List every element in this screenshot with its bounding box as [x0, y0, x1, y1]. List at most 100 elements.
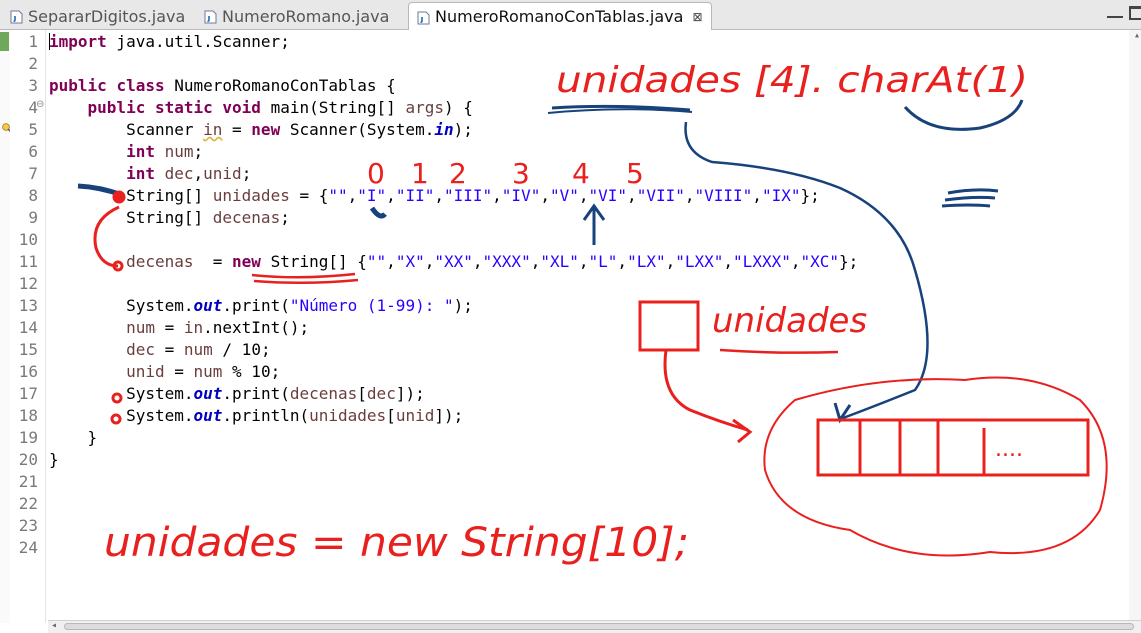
- tab-separar-digitos[interactable]: SepararDigitos.java: [2, 3, 193, 29]
- code-line[interactable]: System.out.println(unidades[unid]);: [49, 405, 463, 427]
- line-number: 18: [18, 406, 38, 425]
- line-number: 8: [28, 186, 38, 205]
- code-text: ]);: [434, 406, 464, 425]
- code-line[interactable]: dec = num / 10;: [49, 339, 271, 361]
- code-area[interactable]: import java.util.Scanner; public class Nu…: [49, 30, 1141, 623]
- string-literal: "I": [357, 186, 387, 205]
- code-text: System.: [126, 296, 194, 315]
- static-field: out: [193, 384, 223, 403]
- keyword: static: [154, 98, 213, 117]
- code-text: =: [222, 120, 252, 139]
- code-line[interactable]: }: [49, 449, 59, 471]
- tab-label: NumeroRomano.java: [222, 6, 390, 26]
- code-text: .println(: [222, 406, 310, 425]
- code-line[interactable]: String[] unidades = {"","I","II","III","…: [49, 185, 820, 207]
- code-line[interactable]: }: [49, 427, 98, 449]
- line-number: 14: [18, 318, 38, 337]
- string-literal: "VI": [588, 186, 628, 205]
- string-literal: "L": [588, 252, 618, 271]
- line-number: 16: [18, 362, 38, 381]
- string-literal: "": [328, 186, 348, 205]
- static-field: out: [193, 406, 223, 425]
- code-text: / 10;: [212, 340, 271, 359]
- fold-collapse-icon[interactable]: ⊖: [36, 99, 44, 110]
- code-text: % 10;: [222, 362, 281, 381]
- code-editor[interactable]: 1 2 3 4 5 6 7 8 9 10 11 12 13 14 15 16 17 18 19 20 21 22 23 24 ⊖…: [0, 30, 1141, 633]
- local-variable: unid: [126, 362, 165, 381]
- code-text: );: [453, 296, 473, 315]
- local-variable: num: [183, 340, 213, 359]
- code-line[interactable]: public static void main(String[] args) {: [49, 97, 473, 119]
- string-literal: "LX": [627, 252, 666, 271]
- code-text: );: [453, 120, 473, 139]
- maximize-icon[interactable]: [1129, 6, 1141, 20]
- code-line[interactable]: Scanner in = new Scanner(System.in);: [49, 119, 473, 141]
- code-line[interactable]: int dec,unid;: [49, 163, 251, 185]
- keyword: void: [222, 98, 261, 117]
- line-number: 3: [28, 76, 38, 95]
- code-line[interactable]: num = in.nextInt();: [49, 317, 309, 339]
- string-literal: "X": [395, 252, 425, 271]
- code-text: ) {: [443, 98, 473, 117]
- code-line[interactable]: unid = num % 10;: [49, 361, 280, 383]
- local-variable: unidades: [212, 186, 290, 205]
- code-line[interactable]: int num;: [49, 141, 203, 163]
- minimize-icon[interactable]: [1107, 6, 1123, 18]
- code-text: System.: [126, 384, 194, 403]
- line-number: 22: [18, 494, 38, 513]
- scroll-left-icon[interactable]: ◂: [51, 620, 57, 631]
- code-line[interactable]: import java.util.Scanner;: [49, 31, 290, 53]
- java-file-icon: [204, 9, 217, 24]
- local-variable: unid: [203, 164, 242, 183]
- code-text: =: [154, 340, 184, 359]
- static-field: in: [434, 120, 454, 139]
- line-number: 1: [28, 32, 38, 51]
- line-number: 2: [28, 54, 38, 73]
- scroll-up-icon[interactable]: ▴: [1134, 30, 1140, 41]
- code-text: }: [49, 450, 59, 469]
- line-number: 12: [18, 274, 38, 293]
- code-line[interactable]: System.out.print(decenas[dec]);: [49, 383, 425, 405]
- tab-numero-romano-con-tablas[interactable]: NumeroRomanoConTablas.java ⊠: [408, 2, 712, 30]
- code-line[interactable]: decenas = new String[] {"","X","XX","XXX…: [49, 251, 858, 273]
- string-literal: "IX": [761, 186, 801, 205]
- line-number: 10: [18, 230, 38, 249]
- string-literal: "XX": [434, 252, 473, 271]
- line-number: 17: [18, 384, 38, 403]
- string-literal: "II": [395, 186, 435, 205]
- code-text: =: [164, 362, 194, 381]
- line-number: 7: [28, 164, 38, 183]
- local-variable: num: [126, 318, 155, 337]
- local-variable: num: [164, 142, 194, 161]
- code-line[interactable]: public class NumeroRomanoConTablas {: [49, 75, 396, 97]
- horizontal-scroll-thumb[interactable]: [64, 623, 1134, 630]
- local-variable: decenas: [212, 208, 281, 227]
- line-number: 4: [28, 98, 38, 117]
- code-text: ;: [280, 208, 290, 227]
- string-literal-list: "","X","XX","XXX","XL","L","LX","LXX","L…: [366, 252, 840, 271]
- close-tab-icon[interactable]: ⊠: [692, 10, 702, 24]
- horizontal-scrollbar[interactable]: ◂: [48, 620, 1141, 633]
- line-number: 11: [18, 252, 38, 271]
- code-line[interactable]: System.out.print("Número (1-99): ");: [49, 295, 473, 317]
- tab-numero-romano[interactable]: NumeroRomano.java: [196, 3, 397, 29]
- code-text: =: [154, 318, 184, 337]
- line-number: 19: [18, 428, 38, 447]
- vertical-scrollbar[interactable]: ▴: [1129, 30, 1141, 623]
- code-line[interactable]: String[] decenas;: [49, 207, 290, 229]
- local-variable: dec: [164, 164, 194, 183]
- local-variable: in: [183, 318, 204, 337]
- line-number: 20: [18, 450, 38, 469]
- local-variable: dec: [366, 384, 396, 403]
- keyword: class: [116, 76, 165, 95]
- string-literal: "LXX": [675, 252, 724, 271]
- keyword: int: [126, 164, 155, 183]
